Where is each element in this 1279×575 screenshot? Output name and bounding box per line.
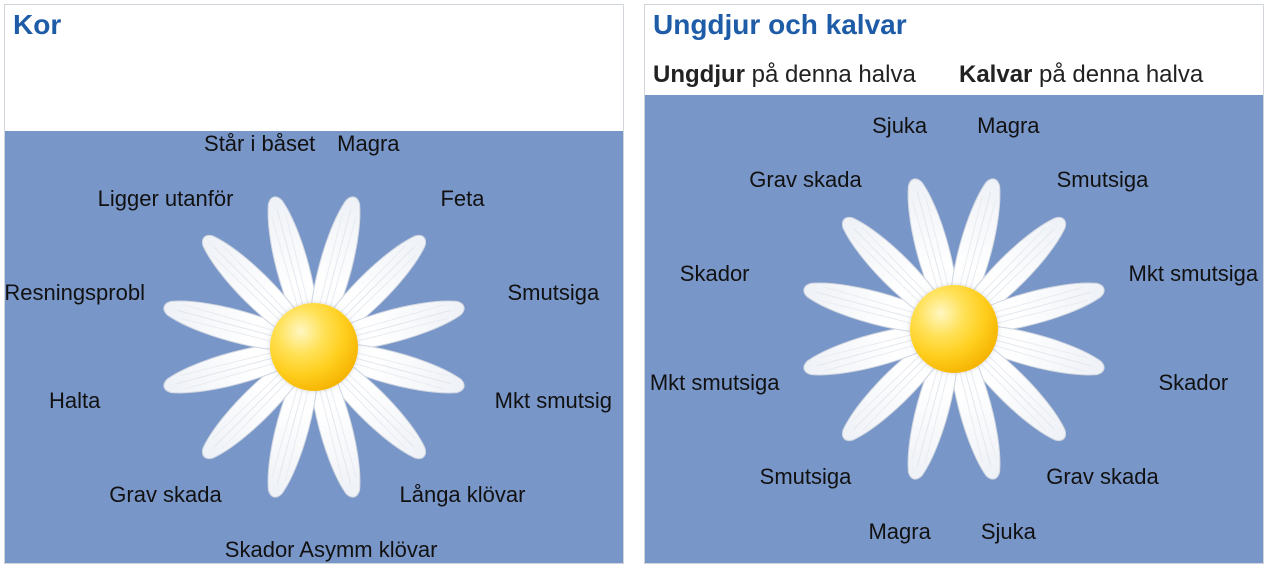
petal-label: Smutsiga — [760, 464, 852, 490]
flower-area-kor: Står i båset Magra Feta Smutsiga Mkt smutsig… — [5, 131, 623, 563]
subheader-kalvar: Kalvar på denna halva — [959, 61, 1255, 89]
petal-label: Magra — [977, 113, 1039, 139]
petal-label: Sjuka — [872, 113, 927, 139]
petal-label: Skador — [225, 537, 295, 563]
petal-label: Magra — [337, 131, 399, 157]
petal-label: Skador — [1158, 370, 1228, 396]
panel-kor: Kor — [4, 4, 624, 564]
petal-label: Mkt smutsiga — [650, 370, 780, 396]
flower-center-icon — [270, 303, 358, 391]
petal-label: Smutsiga — [507, 280, 599, 306]
petal-label: Grav skada — [749, 167, 862, 193]
petal-label: Grav skada — [109, 482, 222, 508]
subheader-kalvar-bold: Kalvar — [959, 61, 1032, 88]
petal-label: Ligger utanför — [98, 186, 234, 212]
panel-kor-spacer — [5, 41, 623, 131]
flower-ungdjur: SjukaMagraSmutsigaMkt smutsigaSkadorGrav… — [954, 329, 955, 330]
subheader-ungdjur-rest: på denna halva — [745, 61, 916, 88]
petal-label: Asymm klövar — [299, 537, 437, 563]
panel-kor-title: Kor — [5, 5, 623, 41]
petal-label: Smutsiga — [1057, 167, 1149, 193]
petal-label: Står i båset — [204, 131, 315, 157]
petal-label: Långa klövar — [399, 482, 525, 508]
panel-ungdjur-subheader: Ungdjur på denna halva Kalvar på denna h… — [645, 41, 1263, 95]
flower-kor: Står i båsetMagraFetaSmutsigaMkt smutsig… — [314, 347, 315, 348]
petal-label: Feta — [440, 186, 484, 212]
subheader-ungdjur-bold: Ungdjur — [653, 61, 745, 88]
flower-center-icon — [910, 285, 998, 373]
petal-label: Skador — [680, 261, 750, 287]
petal-label: Mkt smutsig — [495, 388, 612, 414]
panel-ungdjur-kalvar: Ungdjur och kalvar Ungdjur på denna halv… — [644, 4, 1264, 564]
petal-label: Resningsprobl — [5, 280, 145, 306]
petal-label: Mkt smutsiga — [1129, 261, 1259, 287]
flower-area-ungdjur: Sjuka Magra Smutsiga Mkt smutsiga Skador Grav… — [645, 95, 1263, 563]
panel-ungdjur-title: Ungdjur och kalvar — [645, 5, 1263, 41]
petal-label: Halta — [49, 388, 100, 414]
subheader-ungdjur: Ungdjur på denna halva — [653, 61, 949, 89]
petal-label: Magra — [868, 519, 930, 545]
petal-label: Grav skada — [1046, 464, 1159, 490]
petal-label: Sjuka — [981, 519, 1036, 545]
subheader-kalvar-rest: på denna halva — [1032, 61, 1203, 88]
